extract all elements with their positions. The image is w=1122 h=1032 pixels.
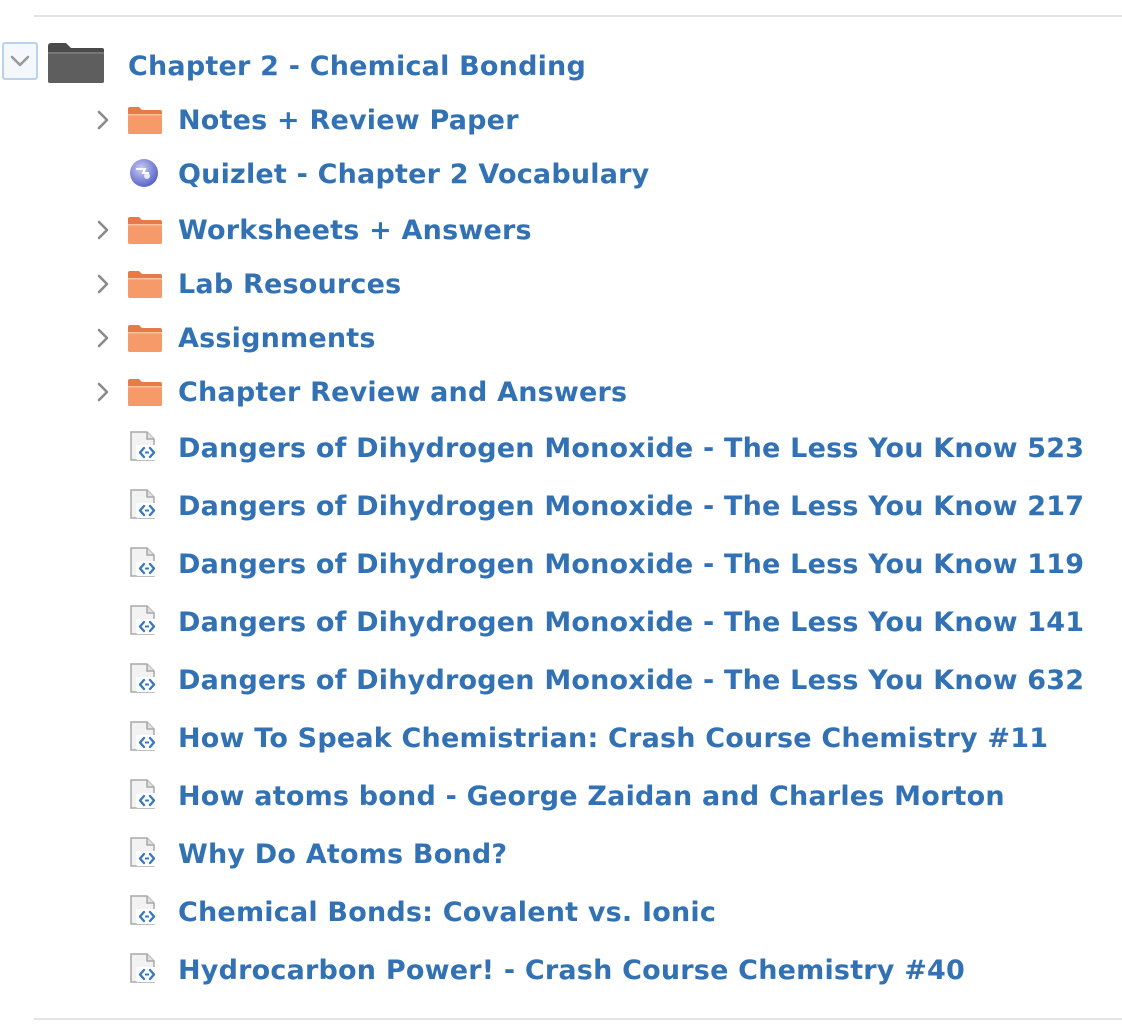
item-link[interactable]: Assignments [178, 323, 376, 354]
embed-code-icon [130, 721, 158, 751]
item-label-row: Chemical Bonds: Covalent vs. Ionic [178, 892, 716, 932]
item-label-row: Hydrocarbon Power! - Crash Course Chemis… [178, 950, 965, 990]
module-tree: Chapter 2 - Chemical Bonding Notes + Rev… [0, 0, 1122, 1032]
item-link[interactable]: Dangers of Dihydrogen Monoxide - The Les… [178, 433, 1084, 464]
item-link[interactable]: Dangers of Dihydrogen Monoxide - The Les… [178, 491, 1084, 522]
item-label-row: How atoms bond - George Zaidan and Charl… [178, 776, 1005, 816]
bottom-divider [34, 1018, 1122, 1020]
quizlet-icon [130, 159, 158, 187]
item-label-row: Quizlet - Chapter 2 Vocabulary [178, 154, 649, 194]
item-label-row: Dangers of Dihydrogen Monoxide - The Les… [178, 486, 1084, 526]
item-label-row: How To Speak Chemistrian: Crash Course C… [178, 718, 1048, 758]
chevron-right-icon[interactable] [94, 381, 112, 403]
item-label-row: Worksheets + Answers [178, 210, 532, 250]
item-label-row: Notes + Review Paper [178, 100, 519, 140]
item-label-row: Lab Resources [178, 264, 401, 304]
item-link[interactable]: Dangers of Dihydrogen Monoxide - The Les… [178, 607, 1084, 638]
folder-orange-icon [128, 271, 162, 298]
chevron-right-icon[interactable] [94, 273, 112, 295]
item-label-row: Dangers of Dihydrogen Monoxide - The Les… [178, 428, 1084, 468]
item-link[interactable]: Hydrocarbon Power! - Crash Course Chemis… [178, 955, 965, 986]
item-label-row: Chapter Review and Answers [178, 372, 627, 412]
item-link[interactable]: Why Do Atoms Bond? [178, 839, 507, 870]
chevron-right-icon[interactable] [94, 219, 112, 241]
embed-code-icon [130, 895, 158, 925]
item-link[interactable]: Worksheets + Answers [178, 215, 532, 246]
folder-orange-icon [128, 107, 162, 134]
embed-code-icon [130, 431, 158, 461]
item-link[interactable]: Quizlet - Chapter 2 Vocabulary [178, 159, 649, 190]
chevron-down-icon [10, 55, 30, 67]
top-divider [34, 15, 1122, 17]
item-link[interactable]: How atoms bond - George Zaidan and Charl… [178, 781, 1005, 812]
embed-code-icon [130, 547, 158, 577]
item-link[interactable]: Notes + Review Paper [178, 105, 519, 136]
embed-code-icon [130, 663, 158, 693]
item-label-row: Why Do Atoms Bond? [178, 834, 507, 874]
embed-code-icon [130, 489, 158, 519]
item-link[interactable]: Dangers of Dihydrogen Monoxide - The Les… [178, 549, 1084, 580]
item-link[interactable]: Lab Resources [178, 269, 401, 300]
folder-orange-icon [128, 217, 162, 244]
embed-code-icon [130, 837, 158, 867]
embed-code-icon [130, 779, 158, 809]
embed-code-icon [130, 605, 158, 635]
folder-dark-icon [48, 43, 104, 83]
item-link[interactable]: How To Speak Chemistrian: Crash Course C… [178, 723, 1048, 754]
collapse-toggle-button[interactable] [2, 42, 38, 80]
folder-orange-icon [128, 379, 162, 406]
item-label-row: Assignments [178, 318, 376, 358]
module-title-link[interactable]: Chapter 2 - Chemical Bonding [128, 51, 586, 82]
folder-orange-icon [128, 325, 162, 352]
module-header: Chapter 2 - Chemical Bonding [128, 46, 586, 86]
item-label-row: Dangers of Dihydrogen Monoxide - The Les… [178, 544, 1084, 584]
item-link[interactable]: Dangers of Dihydrogen Monoxide - The Les… [178, 665, 1084, 696]
chevron-right-icon[interactable] [94, 327, 112, 349]
item-label-row: Dangers of Dihydrogen Monoxide - The Les… [178, 602, 1084, 642]
item-label-row: Dangers of Dihydrogen Monoxide - The Les… [178, 660, 1084, 700]
chevron-right-icon[interactable] [94, 109, 112, 131]
item-link[interactable]: Chemical Bonds: Covalent vs. Ionic [178, 897, 716, 928]
embed-code-icon [130, 953, 158, 983]
item-link[interactable]: Chapter Review and Answers [178, 377, 627, 408]
